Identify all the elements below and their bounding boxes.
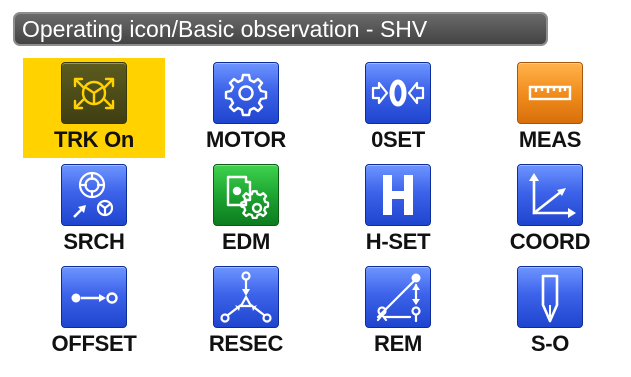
zero-set-icon-graphic [371, 79, 425, 107]
ruler-icon [517, 62, 583, 124]
ruler-icon-graphic [528, 85, 572, 101]
tile-trk-on[interactable]: TRK On [23, 58, 165, 158]
motor-gear-icon [213, 62, 279, 124]
stakeout-pole-icon-graphic [541, 274, 559, 323]
tile-label: SRCH [63, 229, 125, 254]
zero-set-icon [365, 62, 431, 124]
tile-label: S-O [530, 331, 570, 356]
tile-label: OFFSET [51, 331, 137, 356]
tile-label: TRK On [53, 127, 135, 152]
tracking-icon [61, 62, 127, 124]
tile-srch[interactable]: SRCH [23, 160, 165, 260]
coordinate-axes-icon [517, 164, 583, 226]
tile-label: REM [374, 331, 422, 356]
stakeout-pole-icon [517, 266, 583, 328]
coordinate-axes-icon-graphic [529, 173, 576, 218]
tile-edm[interactable]: EDM [175, 160, 317, 260]
resection-icon-graphic [220, 271, 272, 323]
h-letter-icon-graphic [383, 175, 413, 215]
tile-label: RESEC [208, 331, 284, 356]
offset-arrow-icon-graphic [71, 292, 118, 304]
tile-h-set[interactable]: H-SET [327, 160, 469, 260]
tile-offset[interactable]: OFFSET [23, 262, 165, 362]
resection-icon [213, 266, 279, 328]
tile-rem[interactable]: REM [327, 262, 469, 362]
search-target-icon-graphic [73, 171, 114, 218]
tile-label: COORD [509, 229, 591, 254]
screen: Operating icon/Basic observation - SHV T… [0, 0, 631, 377]
motor-gear-icon-graphic [224, 73, 268, 117]
tile-motor[interactable]: MOTOR [175, 58, 317, 158]
tile-label: MEAS [518, 127, 582, 152]
search-target-icon [61, 164, 127, 226]
tile-resec[interactable]: RESEC [175, 262, 317, 362]
tile-label: H-SET [365, 229, 431, 254]
tile-label: MOTOR [206, 127, 286, 152]
offset-arrow-icon [61, 266, 127, 328]
tile-label: 0SET [371, 127, 425, 152]
edm-settings-icon-graphic [226, 175, 270, 220]
tile-coord[interactable]: COORD [479, 160, 621, 260]
h-letter-icon [365, 164, 431, 226]
remote-elevation-icon [365, 266, 431, 328]
edm-settings-icon [213, 164, 279, 226]
tile-meas[interactable]: MEAS [479, 58, 621, 158]
tracking-icon-graphic [73, 77, 115, 110]
icon-grid: TRK On MOTOR 0SET MEAS SRCH EDM H-SET CO… [0, 0, 631, 377]
tile-label: EDM [222, 229, 270, 254]
tile-s-o[interactable]: S-O [479, 262, 621, 362]
tile-0set[interactable]: 0SET [327, 58, 469, 158]
remote-elevation-icon-graphic [376, 273, 421, 323]
